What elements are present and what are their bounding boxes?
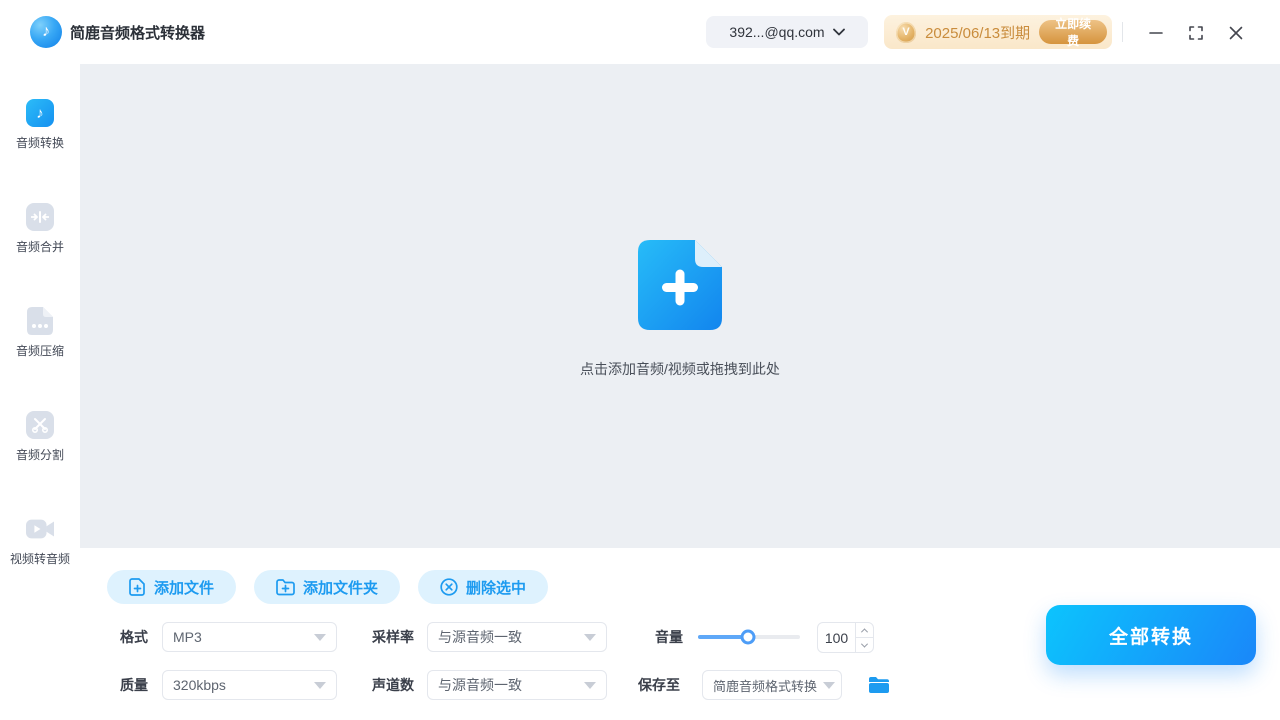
- sidebar-item-video-to-audio[interactable]: 视频转音频: [0, 515, 80, 581]
- renew-button[interactable]: 立即续费: [1039, 20, 1107, 44]
- music-note-icon: ♪: [26, 99, 54, 127]
- titlebar-divider: [1122, 22, 1123, 42]
- add-folder-button[interactable]: 添加文件夹: [254, 570, 400, 604]
- dropdown-caret-icon: [584, 682, 596, 689]
- quality-select[interactable]: 320kbps: [162, 670, 337, 700]
- dropdown-caret-icon: [584, 634, 596, 641]
- account-dropdown[interactable]: 392...@qq.com: [706, 16, 868, 48]
- dropzone[interactable]: 点击添加音频/视频或拖拽到此处: [80, 240, 1280, 379]
- sample-rate-select[interactable]: 与源音频一致: [427, 622, 607, 652]
- maximize-icon: [1189, 26, 1203, 40]
- save-to-label: 保存至: [638, 670, 680, 700]
- folder-plus-icon: [276, 579, 295, 596]
- close-icon: [1229, 26, 1243, 40]
- file-list-area: 点击添加音频/视频或拖拽到此处: [80, 64, 1280, 548]
- volume-slider[interactable]: [698, 622, 800, 652]
- sidebar-item-audio-merge[interactable]: 音频合并: [0, 203, 80, 269]
- quality-label: 质量: [120, 670, 148, 700]
- compress-icon: [26, 307, 54, 335]
- convert-all-button[interactable]: 全部转换: [1046, 605, 1256, 665]
- close-button[interactable]: [1223, 20, 1249, 46]
- add-file-button[interactable]: 添加文件: [107, 570, 236, 604]
- vip-icon: V: [896, 22, 916, 43]
- format-label: 格式: [120, 622, 148, 652]
- minimize-button[interactable]: [1143, 20, 1169, 46]
- dropdown-caret-icon: [823, 682, 835, 689]
- sample-rate-label: 采样率: [372, 622, 414, 652]
- chevron-down-icon: [833, 28, 845, 36]
- circle-x-icon: [440, 578, 458, 596]
- minimize-icon: [1149, 26, 1163, 40]
- scissors-icon: [26, 411, 54, 439]
- volume-spinner: [855, 623, 873, 652]
- spinner-down-button[interactable]: [856, 638, 873, 652]
- app-logo-icon: ♪: [30, 16, 62, 48]
- sidebar-item-audio-compress[interactable]: 音频压缩: [0, 307, 80, 373]
- file-plus-icon: [129, 578, 146, 596]
- spinner-up-button[interactable]: [856, 623, 873, 638]
- merge-icon: [26, 203, 54, 231]
- dropdown-caret-icon: [314, 682, 326, 689]
- dropzone-hint: 点击添加音频/视频或拖拽到此处: [580, 359, 780, 379]
- video-camera-icon: [26, 515, 54, 543]
- account-email: 392...@qq.com: [729, 24, 824, 40]
- vip-status-badge: V 2025/06/13到期 立即续费: [884, 15, 1112, 49]
- file-toolbar: 添加文件 添加文件夹 删除选中: [107, 570, 548, 604]
- title-bar: ♪ 简鹿音频格式转换器 392...@qq.com V 2025/06/13到期…: [0, 0, 1280, 64]
- folder-icon: [869, 677, 889, 693]
- maximize-button[interactable]: [1183, 20, 1209, 46]
- format-select[interactable]: MP3: [162, 622, 337, 652]
- dropdown-caret-icon: [314, 634, 326, 641]
- chevron-down-icon: [861, 640, 868, 647]
- add-file-icon: [638, 240, 722, 330]
- vip-expiry-text: 2025/06/13到期: [925, 22, 1030, 43]
- sidebar: ♪ 音频转换 音频合并 音频压缩: [0, 64, 80, 720]
- channels-select[interactable]: 与源音频一致: [427, 670, 607, 700]
- sidebar-item-audio-split[interactable]: 音频分割: [0, 411, 80, 477]
- sidebar-item-audio-convert[interactable]: ♪ 音频转换: [0, 99, 80, 165]
- slider-track: [698, 635, 800, 639]
- channels-label: 声道数: [372, 670, 414, 700]
- open-folder-button[interactable]: [864, 670, 894, 700]
- slider-handle[interactable]: [740, 630, 755, 645]
- app-title: 简鹿音频格式转换器: [70, 0, 205, 64]
- volume-label: 音量: [655, 622, 683, 652]
- volume-number-box: [817, 622, 874, 653]
- save-to-select[interactable]: 简鹿音频格式转换器: [702, 670, 842, 700]
- chevron-up-icon: [861, 628, 868, 635]
- volume-input[interactable]: [818, 623, 855, 652]
- settings-panel: 添加文件 添加文件夹 删除选中 格式 MP3 采样率 与源音频一致 音量: [80, 548, 1280, 720]
- delete-selected-button[interactable]: 删除选中: [418, 570, 548, 604]
